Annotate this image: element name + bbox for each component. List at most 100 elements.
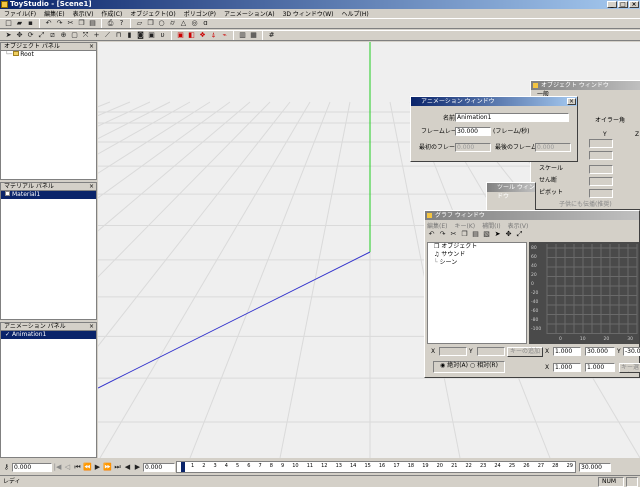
copy-icon[interactable]: ❐: [460, 230, 469, 239]
timeline-end-input[interactable]: 30.000: [579, 462, 611, 472]
grid-icon[interactable]: #: [267, 31, 276, 40]
menu-file[interactable]: ファイル(F): [4, 9, 36, 18]
graph-tree-item[interactable]: └ シーン: [428, 259, 526, 267]
field[interactable]: [589, 151, 613, 160]
delete-icon[interactable]: ▧: [482, 230, 491, 239]
sphere-icon[interactable]: ○: [157, 19, 166, 28]
key-select-button[interactable]: キー選択: [619, 363, 640, 373]
graph-menu-edit[interactable]: 編集(E): [427, 221, 447, 230]
paste-icon[interactable]: ▤: [88, 19, 97, 28]
y-min-input[interactable]: -30.00: [623, 347, 640, 356]
field[interactable]: [589, 165, 613, 174]
graph-menu-interp[interactable]: 補間(I): [482, 221, 500, 230]
graph-menu-view[interactable]: 表示(V): [508, 221, 529, 230]
menu-object[interactable]: オブジェクト(O): [130, 9, 175, 18]
menu-edit[interactable]: 編集(E): [44, 9, 64, 18]
cube-icon[interactable]: ❒: [146, 19, 155, 28]
rewind-icon[interactable]: ⏪: [83, 463, 92, 472]
bucket-icon[interactable]: ◙: [136, 31, 145, 40]
minimize-button[interactable]: _: [607, 1, 617, 8]
first-frame-input[interactable]: 0.000: [455, 143, 491, 152]
x4-input[interactable]: 1.000: [585, 363, 615, 372]
uv-icon[interactable]: υ: [158, 31, 167, 40]
material-panel-close-icon[interactable]: ×: [89, 183, 94, 191]
undo-icon[interactable]: ↶: [427, 230, 436, 239]
key-icon[interactable]: ⚷: [2, 463, 11, 472]
prev-frame-icon[interactable]: ◀: [123, 463, 132, 472]
radio-relative[interactable]: ○ 相対(R): [470, 362, 498, 369]
timeline-track[interactable]: 1 2 3 4 5 6 7 8 9 10 11 12 13 14 15 16 17 18 19 20 21 22 23 24 2…: [176, 461, 576, 473]
current-frame-input[interactable]: 0.000: [143, 462, 175, 472]
copy-icon[interactable]: ❐: [77, 19, 86, 28]
animation-window-close-icon[interactable]: ×: [567, 98, 576, 105]
menu-create[interactable]: 作成(C): [101, 9, 122, 18]
cut-icon[interactable]: ✂: [66, 19, 75, 28]
print-icon[interactable]: ⎙: [106, 19, 115, 28]
x-min-input[interactable]: 1.000: [553, 347, 581, 356]
material-icon[interactable]: ❖: [198, 31, 207, 40]
animation-item[interactable]: ✓ Animation1: [1, 331, 96, 339]
select-arrow-icon[interactable]: ➤: [493, 230, 502, 239]
name-input[interactable]: Animation1: [455, 113, 569, 122]
menu-help[interactable]: ヘルプ(H): [342, 9, 369, 18]
paste-icon[interactable]: ▤: [471, 230, 480, 239]
object-panel-close-icon[interactable]: ×: [89, 43, 94, 51]
to-start-icon[interactable]: ⏮: [73, 463, 82, 472]
tool-window-titlebar[interactable]: ツール ウィンドウ: [487, 183, 535, 200]
merge-icon[interactable]: ▦: [249, 31, 258, 40]
propagate-note[interactable]: 子供にも伝播(推奨): [559, 201, 612, 209]
light-icon[interactable]: ◧: [187, 31, 196, 40]
next-frame-icon[interactable]: ▶: [133, 463, 142, 472]
to-end-icon[interactable]: ⏭: [113, 463, 122, 472]
scale-icon[interactable]: ⤢: [37, 31, 46, 40]
bone-icon[interactable]: ⍋: [209, 31, 218, 40]
new-file-icon[interactable]: □: [4, 19, 13, 28]
x3-input[interactable]: 1.000: [553, 363, 581, 372]
frame-icon[interactable]: ▢: [70, 31, 79, 40]
curve-icon[interactable]: ⌁: [220, 31, 229, 40]
open-folder-icon[interactable]: ▰: [15, 19, 24, 28]
torus-icon[interactable]: ◎: [190, 19, 199, 28]
material-item[interactable]: Material1: [1, 191, 96, 199]
pivot-icon[interactable]: ⊕: [59, 31, 68, 40]
add-key-button[interactable]: キーの追加: [507, 347, 543, 357]
cylinder-icon[interactable]: ⌭: [168, 19, 177, 28]
move-icon[interactable]: ✥: [15, 31, 24, 40]
timeline-playhead[interactable]: [181, 462, 185, 472]
shear-icon[interactable]: ⧄: [48, 31, 57, 40]
play-icon[interactable]: ▶: [93, 463, 102, 472]
redo-icon[interactable]: ↷: [55, 19, 64, 28]
last-frame-input[interactable]: 0.000: [535, 143, 571, 152]
rotate-icon[interactable]: ⟳: [26, 31, 35, 40]
lock-icon[interactable]: ▮: [125, 31, 134, 40]
move-icon[interactable]: ✥: [504, 230, 513, 239]
object-window-titlebar[interactable]: オブジェクト ウィンドウ: [531, 81, 640, 90]
prev-key-icon[interactable]: ◁: [63, 463, 72, 472]
animation-window-titlebar[interactable]: アニメーション ウィンドウ ×: [411, 97, 577, 106]
graph-menu-key[interactable]: キー(K): [454, 221, 475, 230]
field[interactable]: [589, 177, 613, 186]
graph-tree-item[interactable]: ❐ オブジェクト: [428, 243, 526, 251]
first-frame-icon[interactable]: |◀: [53, 463, 62, 472]
render-red-icon[interactable]: ▣: [176, 31, 185, 40]
menu-view[interactable]: 表示(V): [73, 9, 94, 18]
split-icon[interactable]: ▥: [238, 31, 247, 40]
graph-plot[interactable]: 80 60 40 20 0 -20 -40 -60 -80 -100 0 10 20 30: [529, 242, 639, 344]
menu-3d-window[interactable]: 3D ウィンドウ(W): [283, 9, 334, 18]
magnet-icon[interactable]: ⊓: [114, 31, 123, 40]
redo-icon[interactable]: ↷: [438, 230, 447, 239]
zoom-fit-icon[interactable]: ⤢: [515, 230, 524, 239]
graph-y-input[interactable]: [477, 347, 505, 356]
graph-window-titlebar[interactable]: グラフ ウィンドウ: [425, 211, 639, 220]
graph-tree-item[interactable]: ♫ サウンド: [428, 251, 526, 259]
radio-absolute[interactable]: ◉ 絶対(A): [440, 362, 468, 369]
cone-icon[interactable]: △: [179, 19, 188, 28]
tree-item-root[interactable]: └─ Root: [1, 51, 96, 59]
x-max-input[interactable]: 30.000: [585, 347, 615, 356]
plus-icon[interactable]: +: [92, 31, 101, 40]
camera-icon[interactable]: ▣: [147, 31, 156, 40]
expand-icon[interactable]: ⤧: [81, 31, 90, 40]
select-arrow-icon[interactable]: ➤: [4, 31, 13, 40]
close-button[interactable]: ×: [629, 1, 639, 8]
save-icon[interactable]: ▪: [26, 19, 35, 28]
